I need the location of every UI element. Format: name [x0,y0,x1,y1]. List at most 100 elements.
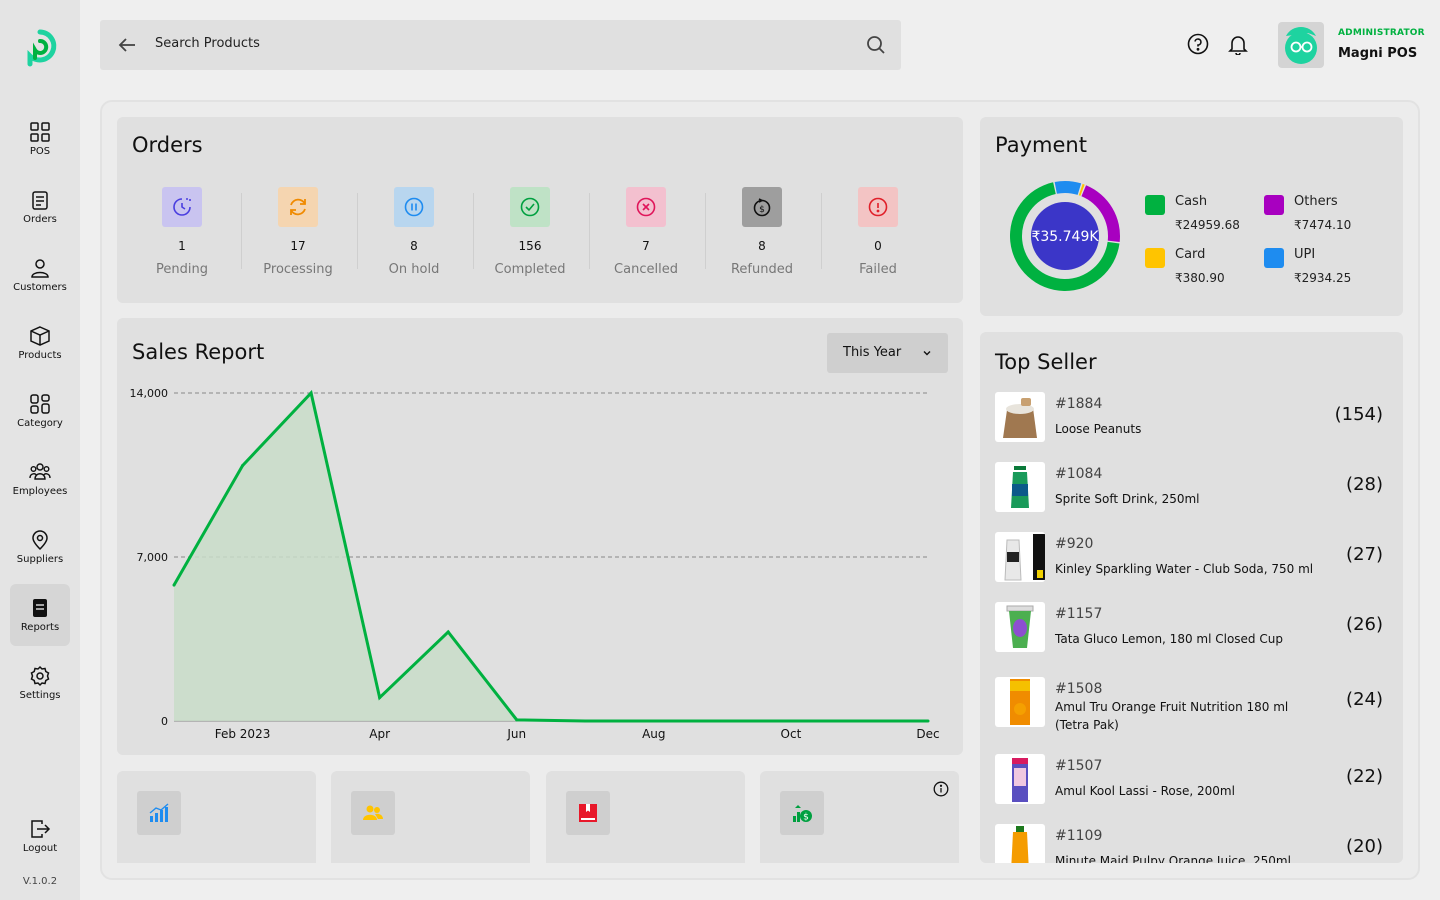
stat-card-sales[interactable] [117,771,316,863]
sales-report-title: Sales Report [132,340,265,364]
stat-card-products[interactable] [546,771,745,863]
product-id: #1507 [1055,758,1103,774]
y-tick-label: 14,000 [130,387,169,400]
top-seller-title: Top Seller [995,350,1097,374]
sidebar-item-employees[interactable]: Employees [10,455,70,517]
order-count: 156 [518,239,542,253]
data-point-feb-2023[interactable] [241,464,245,468]
order-stat-pending[interactable]: 1 Pending [124,187,240,277]
list-item[interactable]: #1507 Amul Kool Lassi - Rose, 200ml (22) [995,754,1390,804]
data-point-jul[interactable] [583,719,587,723]
app-logo[interactable] [22,28,58,68]
notification-bell-icon[interactable] [1227,33,1249,55]
sidebar-item-customers[interactable]: Customers [10,251,70,313]
search-bar[interactable]: Search Products [100,20,901,70]
search-input[interactable]: Search Products [155,36,260,51]
product-name: Tata Gluco Lemon, 180 ml Closed Cup [1055,632,1283,646]
sidebar-item-category[interactable]: Category [10,387,70,449]
order-stat-cancelled[interactable]: 7 Cancelled [588,187,704,277]
order-status-label: Refunded [730,262,793,277]
product-quantity: (26) [1346,614,1383,635]
help-icon[interactable] [1187,33,1209,55]
box-icon [30,326,50,346]
period-dropdown[interactable]: This Year [827,333,948,373]
clipboard-icon [32,191,48,210]
product-image [995,602,1045,652]
product-id: #1884 [1055,396,1103,412]
product-image [995,392,1045,442]
order-stat-on-hold[interactable]: 8 On hold [356,187,472,277]
list-item[interactable]: #920 Kinley Sparkling Water - Club Soda,… [995,532,1390,582]
sidebar-item-pos[interactable]: POS [10,115,70,177]
list-item[interactable]: #1084 Sprite Soft Drink, 250ml (28) [995,462,1390,512]
orders-title: Orders [132,133,203,157]
data-point-mar[interactable] [309,391,313,395]
list-item[interactable]: #1508 Amul Tru Orange Fruit Nutrition 18… [995,677,1390,732]
x-tick-label: Feb 2023 [215,727,271,741]
list-item[interactable]: #1884 Loose Peanuts (154) [995,392,1390,442]
refund-icon: $ [742,187,782,227]
sidebar-item-label: Settings [19,690,61,701]
logout-button[interactable]: Logout [10,812,70,874]
product-quantity: (22) [1346,766,1383,787]
order-status-label: Pending [156,262,208,277]
order-status-label: Completed [494,262,566,277]
back-arrow-icon[interactable] [116,34,138,56]
order-stat-failed[interactable]: 0 Failed [820,187,936,277]
data-point-aug[interactable] [652,719,656,723]
donut-slice-upi[interactable] [1054,181,1082,195]
list-item[interactable]: #1109 Minute Maid Pulpy Orange Juice, 25… [995,824,1390,863]
sidebar-item-label: Category [17,418,63,429]
order-count: 0 [874,239,882,253]
legend-swatch [1145,248,1165,268]
data-point-nov[interactable] [857,719,861,723]
sidebar-item-settings[interactable]: Settings [10,659,70,721]
sidebar-item-reports[interactable]: Reports [10,584,70,646]
product-image [995,824,1045,863]
data-point-oct[interactable] [789,719,793,723]
data-point-sep[interactable] [720,719,724,723]
sidebar-item-suppliers[interactable]: Suppliers [10,523,70,585]
data-point-may[interactable] [446,630,450,634]
list-item[interactable]: #1157 Tata Gluco Lemon, 180 ml Closed Cu… [995,602,1390,652]
data-point-apr[interactable] [378,696,382,700]
team-icon [29,463,51,480]
sidebar-item-products[interactable]: Products [10,319,70,381]
x-tick-label: Apr [369,727,390,741]
user-icon [31,259,49,278]
payment-donut-chart: ₹35.749K [1010,181,1120,291]
order-status-label: Failed [859,262,897,277]
legend-swatch [1264,195,1284,215]
product-quantity: (28) [1346,474,1383,495]
stat-card-customers[interactable] [331,771,530,863]
processing-icon [278,187,318,227]
bookmark-icon [566,791,610,835]
sidebar-item-label: Suppliers [16,554,64,565]
info-icon[interactable] [933,781,949,797]
user-role: ADMINISTRATOR [1338,28,1425,38]
avatar[interactable] [1278,22,1324,68]
product-image [995,462,1045,512]
sales-report-card: 0 7,000 14,000 Feb 2023 Apr Jun Aug Oct Dec Sale… [117,318,963,755]
y-tick-label: 0 [161,715,168,728]
order-status-label: On hold [388,262,440,277]
stat-card-growth[interactable]: $ [760,771,959,863]
data-point-jan[interactable] [172,583,176,587]
order-stat-completed[interactable]: 156 Completed [472,187,588,277]
search-icon[interactable] [865,34,887,56]
order-stat-refunded[interactable]: $ 8 Refunded [704,187,820,277]
location-pin-icon [32,530,48,551]
legend-swatch [1264,248,1284,268]
check-icon [510,187,550,227]
sidebar-item-orders[interactable]: Orders [10,183,70,245]
pending-icon [162,187,202,227]
sidebar-item-label: Products [18,350,62,361]
legend-swatch [1145,195,1165,215]
x-tick-label: Jun [506,727,526,741]
gear-icon [30,665,50,687]
product-id: #1084 [1055,466,1103,482]
data-point-dec[interactable] [926,719,930,723]
data-point-jun[interactable] [515,718,519,722]
order-stat-processing[interactable]: 17 Processing [240,187,356,277]
order-count: 8 [410,239,418,253]
